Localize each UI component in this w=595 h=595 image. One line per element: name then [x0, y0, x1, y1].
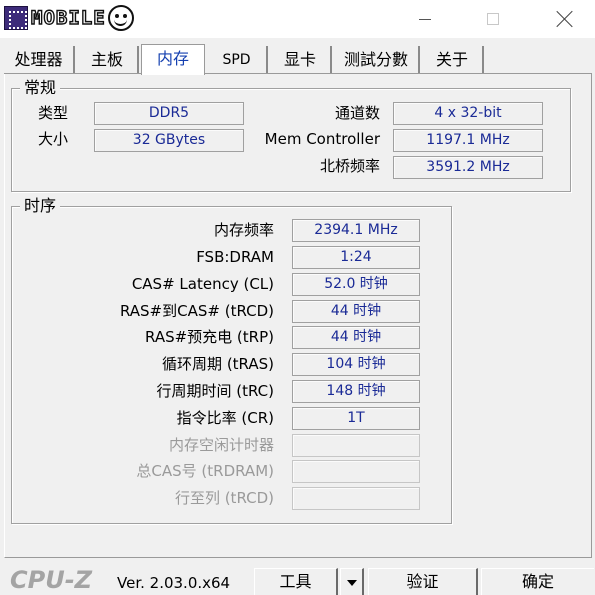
cpuz-brand: CPU-Z	[10, 566, 93, 594]
mem-controller-value: 1197.1 MHz	[393, 129, 543, 152]
close-icon	[557, 11, 573, 27]
timing-label-idle-timer: 内存空闲计时器	[168, 436, 274, 454]
tab-about[interactable]: 关于	[422, 46, 484, 74]
maximize-icon	[487, 13, 499, 25]
timing-value-row-to-col	[292, 487, 420, 510]
tab-memory[interactable]: 内存	[141, 44, 205, 75]
minimize-button[interactable]	[402, 0, 448, 38]
dropdown-arrow-icon[interactable]	[340, 568, 364, 595]
timing-value-trp: 44 时钟	[292, 326, 420, 349]
channels-label: 通道数	[334, 104, 380, 122]
timing-value-fsb-dram: 1:24	[292, 246, 420, 269]
general-group-title: 常规	[20, 78, 61, 98]
logo-text: MOBILE	[30, 6, 106, 29]
timing-label-cr: 指令比率 (CR)	[176, 409, 274, 427]
tab-graphics[interactable]: 显卡	[270, 46, 332, 74]
timing-value-trcd: 44 时钟	[292, 300, 420, 323]
timing-value-idle-timer	[292, 434, 420, 457]
timing-value-trc: 148 时钟	[292, 380, 420, 403]
timing-value-cl: 52.0 时钟	[292, 273, 420, 296]
mem-controller-label: Mem Controller	[264, 130, 380, 148]
timing-label-row-to-col: 行至列 (tRCD)	[174, 489, 274, 507]
timing-value-cr: 1T	[292, 407, 420, 430]
tab-mainboard[interactable]: 主板	[77, 46, 139, 74]
close-button[interactable]	[542, 0, 588, 38]
channels-value: 4 x 32-bit	[393, 102, 543, 125]
timing-label-tras: 循环周期 (tRAS)	[162, 355, 274, 373]
timing-label-trcd: RAS#到CAS# (tRCD)	[119, 302, 274, 320]
timings-group-title: 时序	[20, 196, 61, 216]
minimize-icon	[419, 18, 431, 20]
smiley-icon	[107, 5, 134, 31]
timing-label-fsb-dram: FSB:DRAM	[196, 248, 274, 266]
timing-label-dram-freq: 内存频率	[213, 221, 274, 239]
size-label: 大小	[38, 130, 69, 148]
timing-value-dram-freq: 2394.1 MHz	[292, 219, 420, 242]
timing-label-cl: CAS# Latency (CL)	[131, 275, 274, 293]
ok-button[interactable]: 确定	[481, 568, 594, 595]
timing-value-tras: 104 时钟	[292, 353, 420, 376]
timing-label-trc: 行周期时间 (tRC)	[156, 382, 274, 400]
tools-button[interactable]: 工具	[254, 568, 338, 595]
tab-bench[interactable]: 测試分數	[334, 46, 420, 74]
type-value: DDR5	[94, 102, 244, 125]
maximize-button[interactable]	[470, 0, 516, 38]
tab-spd[interactable]: SPD	[207, 46, 268, 74]
app-logo: MOBILE	[4, 5, 134, 31]
version-text: Ver. 2.03.0.x64	[117, 574, 231, 592]
nb-freq-value: 3591.2 MHz	[393, 156, 543, 179]
nb-freq-label: 北桥频率	[319, 157, 380, 175]
title-bar: MOBILE	[0, 0, 595, 38]
size-value: 32 GBytes	[94, 129, 244, 152]
type-label: 类型	[38, 104, 69, 122]
timing-value-trdram	[292, 460, 420, 483]
logo-badge-icon	[4, 6, 28, 30]
validate-button[interactable]: 验证	[368, 568, 478, 595]
timing-label-trdram: 总CAS号 (tRDRAM)	[136, 462, 274, 480]
tab-cpu[interactable]: 处理器	[4, 46, 75, 74]
timing-label-trp: RAS#预充电 (tRP)	[145, 328, 274, 346]
